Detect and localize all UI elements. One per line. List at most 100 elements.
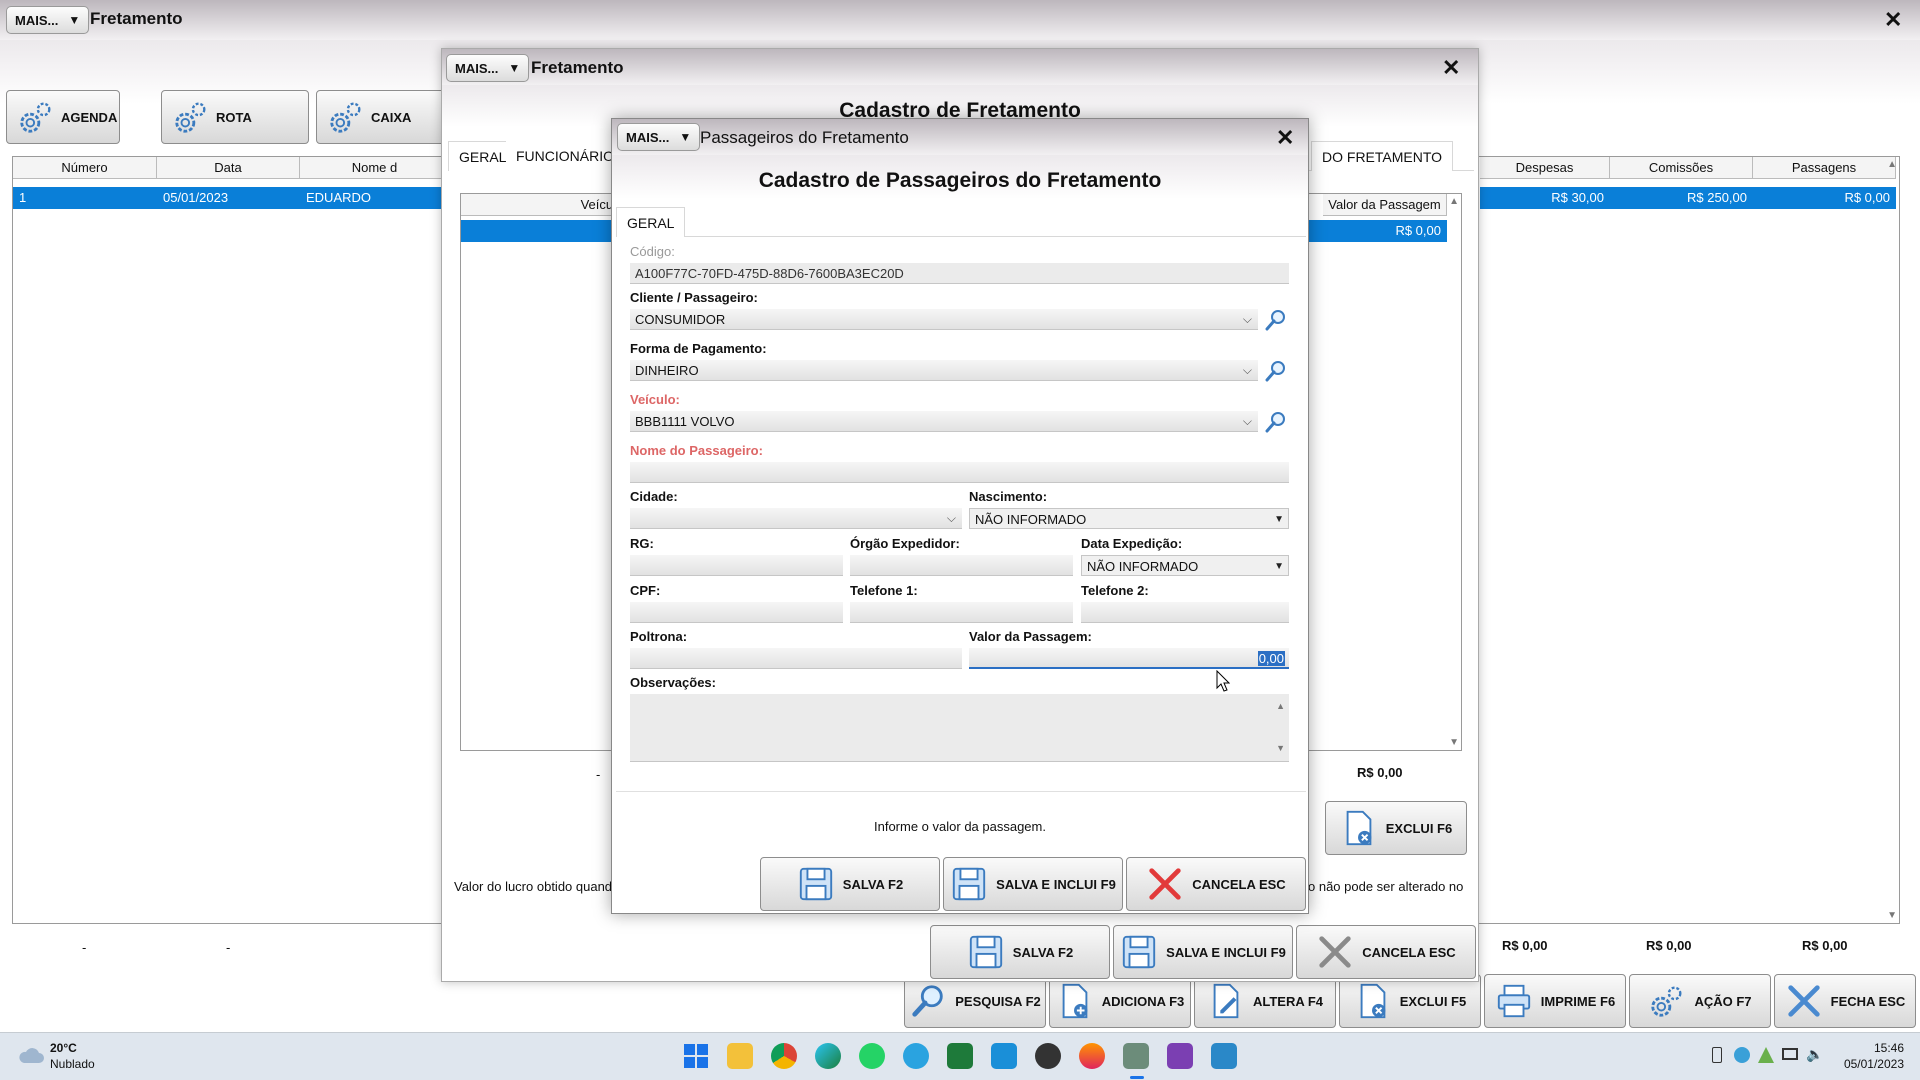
- col-data[interactable]: Data: [157, 157, 300, 179]
- firefox-icon[interactable]: [1079, 1043, 1105, 1069]
- telefone2-input[interactable]: [1081, 602, 1289, 623]
- col-despesas[interactable]: Despesas: [1480, 157, 1610, 179]
- row-data[interactable]: 05/01/2023: [157, 187, 300, 209]
- cidade-select[interactable]: ⌵: [630, 508, 962, 529]
- app-icon[interactable]: [1211, 1043, 1237, 1069]
- caret-down-icon[interactable]: ▼: [1274, 509, 1284, 530]
- cloud-icon[interactable]: [18, 1045, 44, 1065]
- display-icon[interactable]: [1782, 1048, 1798, 1060]
- orgao-input[interactable]: [850, 555, 1073, 576]
- chrome-icon[interactable]: [771, 1043, 797, 1069]
- cancela-button[interactable]: CANCELA ESC: [1126, 857, 1306, 911]
- observacoes-textarea[interactable]: ▲ ▼: [630, 694, 1289, 762]
- salva-inclui-button[interactable]: SALVA E INCLUI F9: [943, 857, 1123, 911]
- row-comissoes[interactable]: R$ 250,00: [1610, 187, 1753, 209]
- caixa-button[interactable]: CAIXA: [316, 90, 446, 144]
- chevron-down-icon[interactable]: ⌵: [1243, 309, 1252, 330]
- passageiros-title: Passageiros do Fretamento: [700, 128, 909, 147]
- passageiros-tabbar: GERAL: [616, 207, 1306, 237]
- salva-button[interactable]: SALVA F2: [760, 857, 940, 911]
- row-passagens[interactable]: R$ 0,00: [1753, 187, 1896, 209]
- edge-icon[interactable]: [815, 1043, 841, 1069]
- col-valor-passagem[interactable]: Valor da Passagem: [1323, 194, 1447, 216]
- rg-input[interactable]: [630, 555, 843, 576]
- fretamento-salva-button[interactable]: SALVA F2: [930, 925, 1110, 979]
- telegram-icon[interactable]: [903, 1043, 929, 1069]
- col-comissoes[interactable]: Comissões: [1610, 157, 1753, 179]
- chevron-down-icon[interactable]: ⌵: [947, 508, 956, 529]
- chevron-down-icon[interactable]: ⌵: [1243, 411, 1252, 432]
- network-icon[interactable]: [1734, 1047, 1750, 1063]
- pagamento-select[interactable]: DINHEIRO ⌵: [630, 360, 1258, 381]
- row-numero[interactable]: 1: [13, 187, 157, 209]
- whatsapp-icon[interactable]: [859, 1043, 885, 1069]
- caret-down-icon[interactable]: ▼: [1274, 556, 1284, 577]
- clock-time[interactable]: 15:46: [1840, 1041, 1904, 1055]
- agenda-label: AGENDA: [61, 109, 118, 125]
- exclui-f6-button[interactable]: EXCLUI F6: [1325, 801, 1467, 855]
- imprime-button[interactable]: IMPRIME F6: [1484, 974, 1626, 1028]
- scroll-down-icon[interactable]: ▼: [1276, 738, 1285, 759]
- file-explorer-icon[interactable]: [727, 1043, 753, 1069]
- app-icon[interactable]: [991, 1043, 1017, 1069]
- poltrona-input[interactable]: [630, 648, 962, 669]
- exclui-f5-button[interactable]: EXCLUI F5: [1339, 974, 1481, 1028]
- adiciona-button[interactable]: ADICIONA F3: [1049, 974, 1191, 1028]
- scroll-up-icon[interactable]: ▲: [1449, 196, 1459, 207]
- clock-date[interactable]: 05/01/2023: [1830, 1057, 1904, 1071]
- scroll-up-icon[interactable]: ▲: [1887, 159, 1897, 170]
- volume-icon[interactable]: 🔈: [1806, 1046, 1823, 1063]
- fretamento-cancela-button[interactable]: CANCELA ESC: [1296, 925, 1476, 979]
- fretamento-close-icon[interactable]: ✕: [1442, 57, 1460, 79]
- fretamento-salva-inclui-button[interactable]: SALVA E INCLUI F9: [1113, 925, 1293, 979]
- row-nome[interactable]: EDUARDO: [300, 187, 450, 209]
- main-close-icon[interactable]: ✕: [1884, 9, 1902, 31]
- col-passagens[interactable]: Passagens: [1753, 157, 1896, 179]
- pagamento-label: Forma de Pagamento:: [630, 341, 767, 356]
- weather-desc[interactable]: Nublado: [50, 1057, 95, 1071]
- cpf-input[interactable]: [630, 602, 843, 623]
- col-nome[interactable]: Nome d: [300, 157, 450, 179]
- col-veiculo[interactable]: Veícul: [461, 194, 621, 216]
- data-expedicao-date[interactable]: NÃO INFORMADO ▼: [1081, 555, 1289, 576]
- veiculo-select[interactable]: BBB1111 VOLVO ⌵: [630, 411, 1258, 432]
- fecha-button[interactable]: FECHA ESC: [1774, 974, 1916, 1028]
- passageiros-mais-button[interactable]: MAIS... ▼: [617, 123, 701, 151]
- chevron-down-icon[interactable]: ⌵: [1243, 360, 1252, 381]
- search-icon[interactable]: [1264, 359, 1288, 383]
- nascimento-date[interactable]: NÃO INFORMADO ▼: [969, 508, 1289, 529]
- spreadsheet-icon[interactable]: [947, 1043, 973, 1069]
- altera-button[interactable]: ALTERA F4: [1194, 974, 1336, 1028]
- passageiros-close-icon[interactable]: ✕: [1276, 127, 1294, 149]
- fretamento-mais-button[interactable]: MAIS... ▼: [446, 54, 530, 82]
- app-icon[interactable]: [1123, 1043, 1149, 1069]
- telefone1-input[interactable]: [850, 602, 1073, 623]
- app-tray-icon[interactable]: [1758, 1047, 1774, 1063]
- scroll-down-icon[interactable]: ▼: [1887, 910, 1897, 921]
- nome-input[interactable]: [630, 462, 1289, 483]
- valor-passagem-input[interactable]: 0,00: [969, 648, 1289, 669]
- app-icon[interactable]: [1035, 1043, 1061, 1069]
- weather-temp[interactable]: 20°C: [50, 1041, 77, 1055]
- nome-label: Nome do Passageiro:: [630, 443, 763, 458]
- col-numero[interactable]: Número: [13, 157, 157, 179]
- main-mais-button[interactable]: MAIS... ▼: [6, 6, 90, 34]
- tab-geral[interactable]: GERAL: [616, 207, 686, 237]
- rota-button[interactable]: ROTA: [161, 90, 309, 144]
- scroll-up-icon[interactable]: ▲: [1276, 696, 1285, 717]
- acao-button[interactable]: AÇÃO F7: [1629, 974, 1771, 1028]
- battery-icon[interactable]: [1712, 1047, 1722, 1063]
- app-icon[interactable]: [1167, 1043, 1193, 1069]
- scroll-down-icon[interactable]: ▼: [1449, 737, 1459, 748]
- rg-label: RG:: [630, 536, 654, 551]
- search-icon[interactable]: [1264, 410, 1288, 434]
- row-despesas[interactable]: R$ 30,00: [1480, 187, 1610, 209]
- tab-do-fretamento[interactable]: DO FRETAMENTO: [1311, 141, 1454, 171]
- footer-comissoes: R$ 0,00: [1646, 938, 1692, 953]
- fretamento-salva-inclui-label: SALVA E INCLUI F9: [1166, 944, 1286, 960]
- windows-start-icon[interactable]: [683, 1043, 709, 1069]
- cliente-select[interactable]: CONSUMIDOR ⌵: [630, 309, 1258, 330]
- agenda-button[interactable]: AGENDA: [6, 90, 120, 144]
- search-icon[interactable]: [1264, 308, 1288, 332]
- pesquisa-button[interactable]: PESQUISA F2: [904, 974, 1046, 1028]
